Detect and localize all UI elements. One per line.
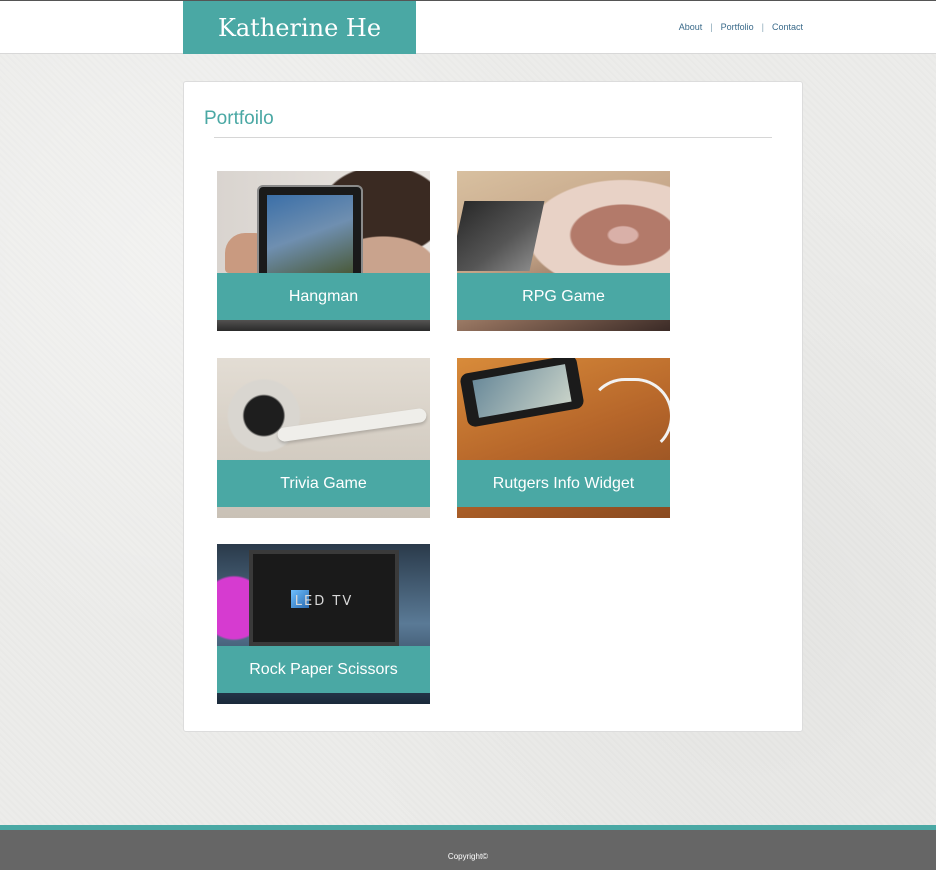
copyright-text: Copyright© [447, 852, 489, 861]
site-logo[interactable]: Katherine He [183, 1, 416, 54]
title-divider [214, 137, 772, 138]
portfolio-item-label: Rutgers Info Widget [457, 460, 670, 507]
portfolio-item-label: Hangman [217, 273, 430, 320]
nav-link-contact[interactable]: Contact [772, 22, 803, 32]
nav-link-about[interactable]: About [679, 22, 703, 32]
portfolio-item-hangman[interactable]: Hangman [217, 171, 430, 331]
nav-separator: | [761, 22, 764, 32]
page-title: Portfoilo [204, 108, 274, 129]
tv-screen-text: LED TV [294, 594, 354, 609]
portfolio-item-label: Trivia Game [217, 460, 430, 507]
portfolio-item-rutgers-info-widget[interactable]: Rutgers Info Widget [457, 358, 670, 518]
site-header: Katherine He About | Portfolio | Contact [0, 0, 936, 54]
portfolio-item-rock-paper-scissors[interactable]: LED TV Rock Paper Scissors [217, 544, 430, 704]
portfolio-item-label: Rock Paper Scissors [217, 646, 430, 693]
portfolio-card: Portfoilo Hangman RPG Game Trivia Game R… [183, 81, 803, 732]
main-nav: About | Portfolio | Contact [679, 22, 803, 32]
site-footer: Copyright© [0, 830, 936, 870]
portfolio-item-rpg-game[interactable]: RPG Game [457, 171, 670, 331]
portfolio-item-label: RPG Game [457, 273, 670, 320]
nav-link-portfolio[interactable]: Portfolio [721, 22, 754, 32]
nav-separator: | [710, 22, 713, 32]
portfolio-item-trivia-game[interactable]: Trivia Game [217, 358, 430, 518]
